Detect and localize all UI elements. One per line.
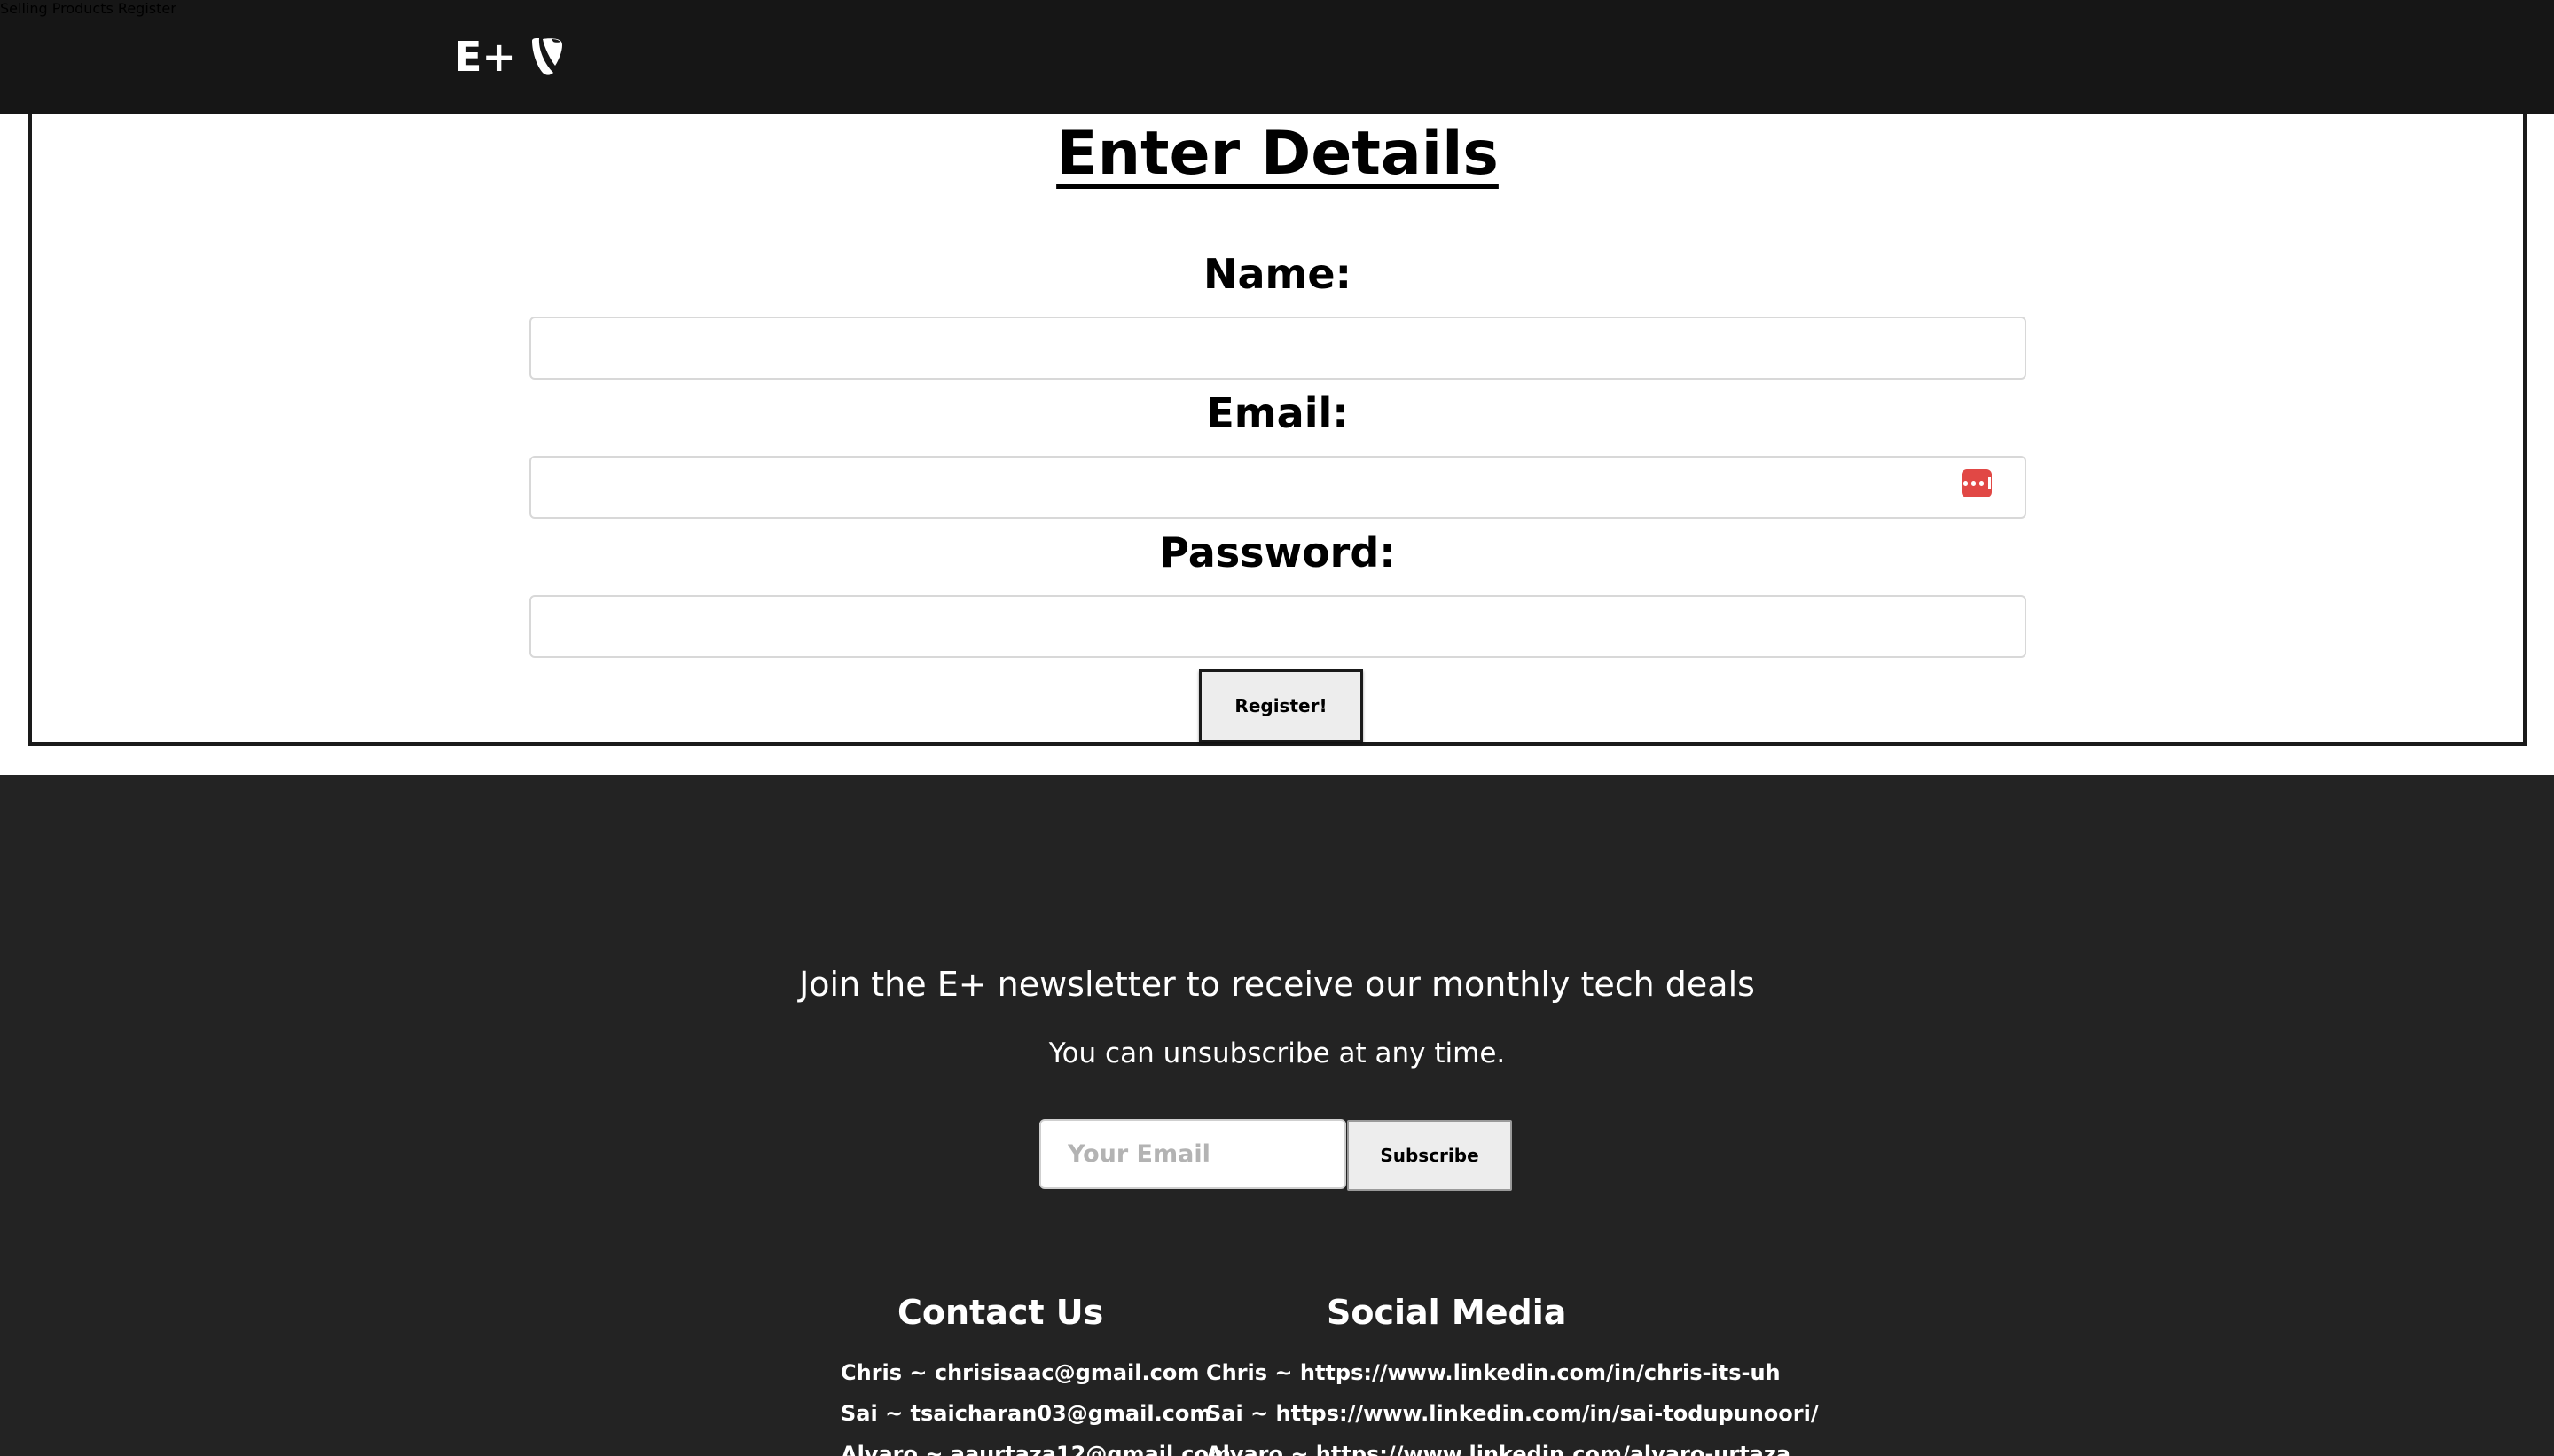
nav-link-register[interactable]: Register [118, 0, 176, 17]
social-line[interactable]: Sai ~ https://www.linkedin.com/in/sai-to… [1206, 1401, 1819, 1426]
newsletter-email-input[interactable] [1039, 1119, 1346, 1189]
name-input[interactable] [529, 317, 2026, 380]
password-manager-icon[interactable] [1962, 469, 1992, 497]
contact-us-heading: Contact Us [897, 1293, 1104, 1332]
register-button[interactable]: Register! [1199, 669, 1363, 742]
newsletter-title: Join the E+ newsletter to receive our mo… [799, 965, 1755, 1004]
social-media-heading: Social Media [1327, 1293, 1567, 1332]
nav-link-products[interactable]: Products [52, 0, 114, 17]
contact-line[interactable]: Sai ~ tsaicharan03@gmail.com [841, 1401, 1211, 1426]
typo3-icon [529, 37, 566, 76]
top-navbar: E+ Selling Products Register [0, 0, 2554, 114]
social-line[interactable]: Chris ~ https://www.linkedin.com/in/chri… [1206, 1360, 1781, 1385]
email-label: Email: [1206, 389, 1349, 437]
name-label: Name: [1203, 250, 1352, 298]
register-form-card: Enter Details Name: Email: Password: Reg… [28, 98, 2527, 746]
site-logo[interactable]: E+ [454, 32, 566, 82]
social-line[interactable]: Alvaro ~ https://www.linkedin.com/alvaro… [1206, 1442, 1790, 1456]
contact-line[interactable]: Alvaro ~ aaurtaza12@gmail.com [841, 1442, 1231, 1456]
email-input[interactable] [529, 456, 2026, 519]
footer: Join the E+ newsletter to receive our mo… [0, 775, 2554, 1456]
subscribe-button[interactable]: Subscribe [1347, 1120, 1512, 1191]
password-input[interactable] [529, 595, 2026, 658]
contact-line[interactable]: Chris ~ chrisisaac@gmail.com [841, 1360, 1199, 1385]
nav-link-selling[interactable]: Selling [0, 0, 48, 17]
logo-text: E+ [454, 33, 516, 81]
newsletter-subtitle: You can unsubscribe at any time. [1048, 1037, 1506, 1069]
form-title: Enter Details [1056, 119, 1499, 189]
password-label: Password: [1159, 528, 1396, 576]
